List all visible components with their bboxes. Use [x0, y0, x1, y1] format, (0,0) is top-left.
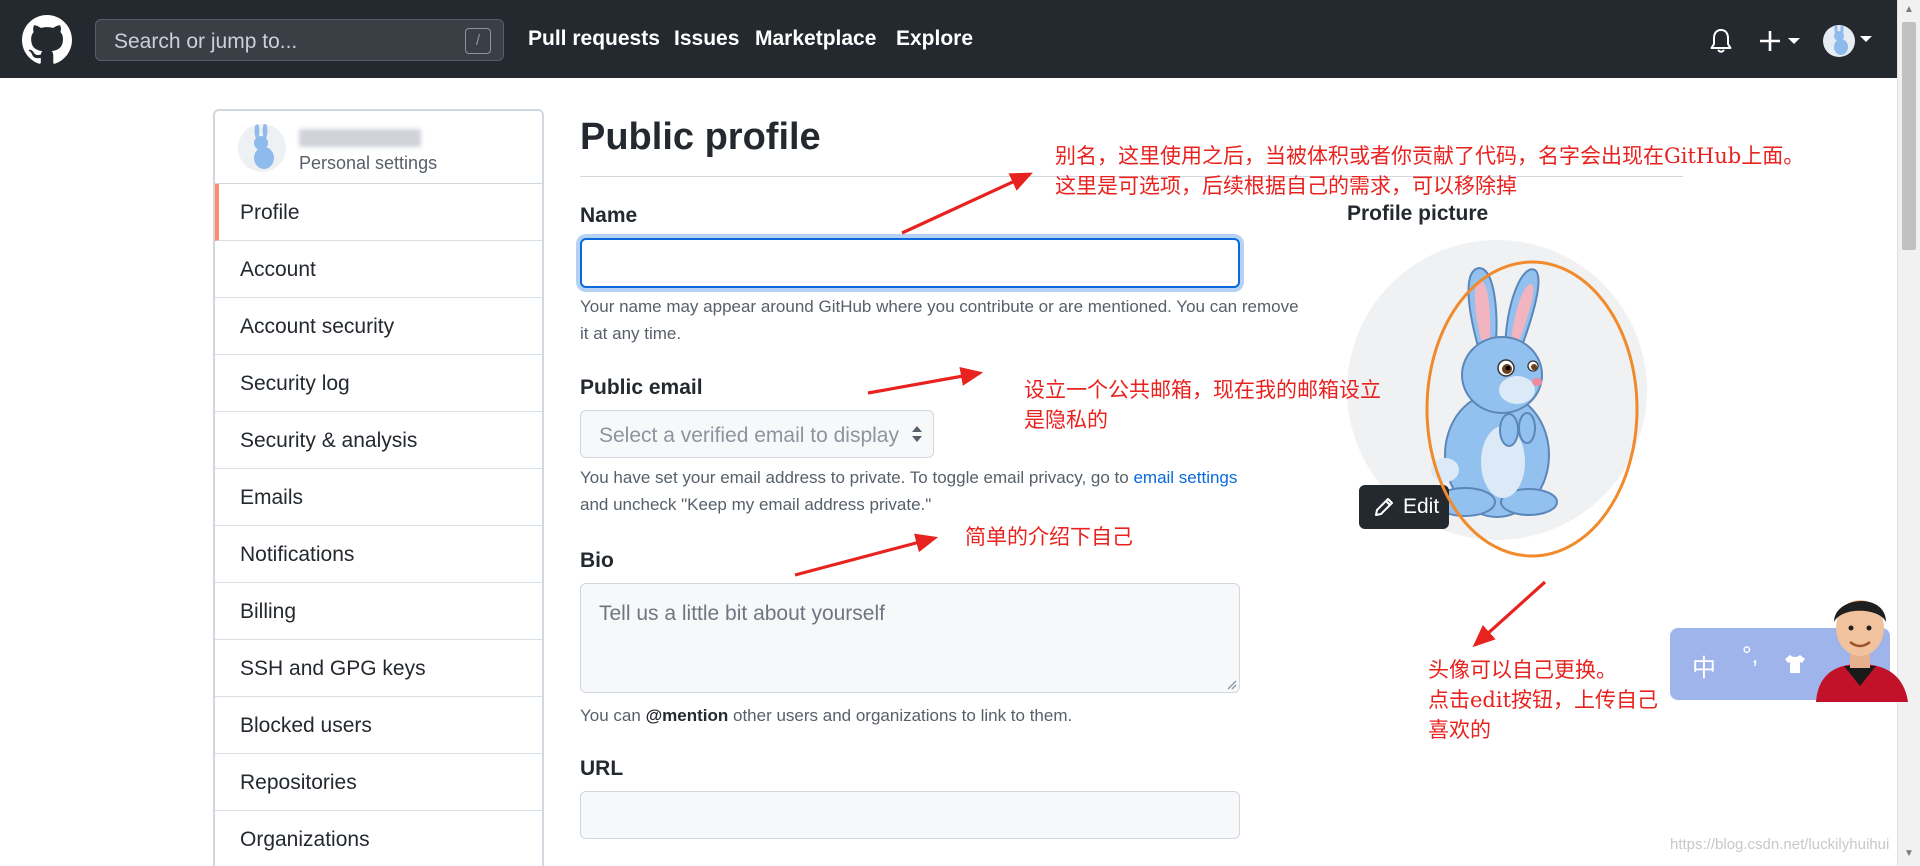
annotation-avatar-line1: 头像可以自己更换。: [1428, 658, 1617, 682]
email-help-text: You have set your email address to priva…: [580, 464, 1300, 518]
annotation-email-line1: 设立一个公共邮箱，现在我的邮箱设立: [1024, 378, 1381, 402]
email-select-placeholder: Select a verified email to display: [599, 424, 899, 447]
bio-help-mention: @mention: [645, 706, 729, 725]
name-field[interactable]: [580, 238, 1240, 288]
scroll-down-arrow-icon[interactable]: ▼: [1903, 848, 1915, 860]
annotation-arrow-avatar: [1472, 580, 1547, 648]
nav-pull-requests[interactable]: Pull requests: [528, 27, 660, 51]
annotation-avatar-line2: 点击edit按钮，上传自己: [1428, 688, 1659, 712]
page-scrollbar[interactable]: ▲ ▼: [1897, 0, 1920, 866]
nav-explore[interactable]: Explore: [896, 27, 973, 51]
nav-issues[interactable]: Issues: [674, 27, 739, 51]
sidebar-item-billing[interactable]: Billing: [215, 583, 542, 640]
resize-handle-icon[interactable]: [1225, 678, 1237, 690]
ime-skin-shirt-icon[interactable]: [1784, 654, 1806, 674]
pencil-icon: [1375, 498, 1393, 516]
url-label: URL: [580, 757, 624, 780]
edit-avatar-button[interactable]: Edit: [1359, 485, 1449, 529]
annotation-arrow-bio: [794, 533, 939, 577]
url-field[interactable]: [580, 791, 1240, 839]
profile-picture-label: Profile picture: [1347, 202, 1489, 225]
ime-mascot-person-icon: [1816, 600, 1908, 702]
sidebar-item-emails[interactable]: Emails: [215, 469, 542, 526]
email-help-before: You have set your email address to priva…: [580, 468, 1129, 487]
bio-placeholder: Tell us a little bit about yourself: [599, 602, 885, 625]
annotation-name-line1: 别名，这里使用之后，当被体积或者你贡献了代码，名字会出现在GitHub上面。: [1055, 144, 1805, 168]
public-email-label: Public email: [580, 376, 703, 399]
global-header: Search or jump to... / Pull requests Iss…: [0, 0, 1897, 78]
bell-icon[interactable]: [1709, 28, 1733, 54]
search-placeholder: Search or jump to...: [114, 30, 298, 53]
sidebar-item-repositories[interactable]: Repositories: [215, 754, 542, 811]
bio-help-text: You can @mention other users and organiz…: [580, 702, 1300, 729]
sidebar-item-notifications[interactable]: Notifications: [215, 526, 542, 583]
nav-marketplace[interactable]: Marketplace: [755, 27, 876, 51]
bio-textarea[interactable]: Tell us a little bit about yourself: [580, 583, 1240, 693]
sidebar-username-redacted: [299, 129, 421, 147]
scroll-up-arrow-icon[interactable]: ▲: [1903, 4, 1915, 16]
sidebar-avatar: [238, 124, 286, 172]
public-email-select[interactable]: Select a verified email to display: [580, 410, 934, 458]
sidebar-user-header: Personal settings: [215, 111, 542, 184]
search-input[interactable]: Search or jump to... /: [95, 19, 504, 61]
sidebar-item-security-analysis[interactable]: Security & analysis: [215, 412, 542, 469]
chevron-down-icon[interactable]: [1860, 35, 1872, 43]
rabbit-avatar-icon: [1834, 25, 1848, 55]
settings-sidebar: Personal settings Profile Account Accoun…: [213, 109, 544, 866]
name-label: Name: [580, 204, 638, 227]
sidebar-item-profile[interactable]: Profile: [215, 184, 542, 241]
annotation-arrow-name: [901, 172, 1033, 235]
page-title: Public profile: [580, 116, 821, 158]
email-settings-link[interactable]: email settings: [1133, 468, 1237, 487]
name-help-text: Your name may appear around GitHub where…: [580, 297, 1299, 343]
sidebar-item-security-log[interactable]: Security log: [215, 355, 542, 412]
sidebar-item-account[interactable]: Account: [215, 241, 542, 298]
csdn-watermark: https://blog.csdn.net/luckilyhuihui: [1670, 836, 1890, 853]
bio-help-before: You can: [580, 706, 641, 725]
edit-button-label: Edit: [1403, 495, 1440, 518]
email-help-after: and uncheck "Keep my email address priva…: [580, 495, 932, 514]
select-arrows-icon: [912, 426, 922, 442]
rabbit-avatar-icon: [254, 124, 274, 169]
scrollbar-thumb[interactable]: [1902, 22, 1916, 250]
sidebar-item-account-security[interactable]: Account security: [215, 298, 542, 355]
ime-language-toggle[interactable]: 中: [1692, 648, 1716, 683]
bio-label: Bio: [580, 549, 614, 572]
sidebar-item-organizations[interactable]: Organizations: [215, 811, 542, 866]
sidebar-item-ssh-gpg-keys[interactable]: SSH and GPG keys: [215, 640, 542, 697]
annotation-bio: 简单的介绍下自己: [965, 525, 1133, 549]
github-logo-icon[interactable]: [22, 15, 72, 65]
bio-help-after: other users and organizations to link to…: [732, 706, 1073, 725]
search-shortcut-key: /: [465, 28, 491, 54]
annotation-name-line2: 这里是可选项，后续根据自己的需求，可以移除掉: [1055, 174, 1517, 198]
plus-dropdown-icon[interactable]: [1758, 29, 1806, 53]
sidebar-subtitle: Personal settings: [299, 153, 438, 173]
annotation-avatar-line3: 喜欢的: [1428, 718, 1491, 742]
annotation-email-line2: 是隐私的: [1024, 408, 1108, 432]
sidebar-item-blocked-users[interactable]: Blocked users: [215, 697, 542, 754]
annotation-arrow-email: [867, 366, 984, 395]
ime-punctuation-toggle[interactable]: °,: [1742, 642, 1758, 670]
user-avatar-menu[interactable]: [1823, 25, 1855, 57]
